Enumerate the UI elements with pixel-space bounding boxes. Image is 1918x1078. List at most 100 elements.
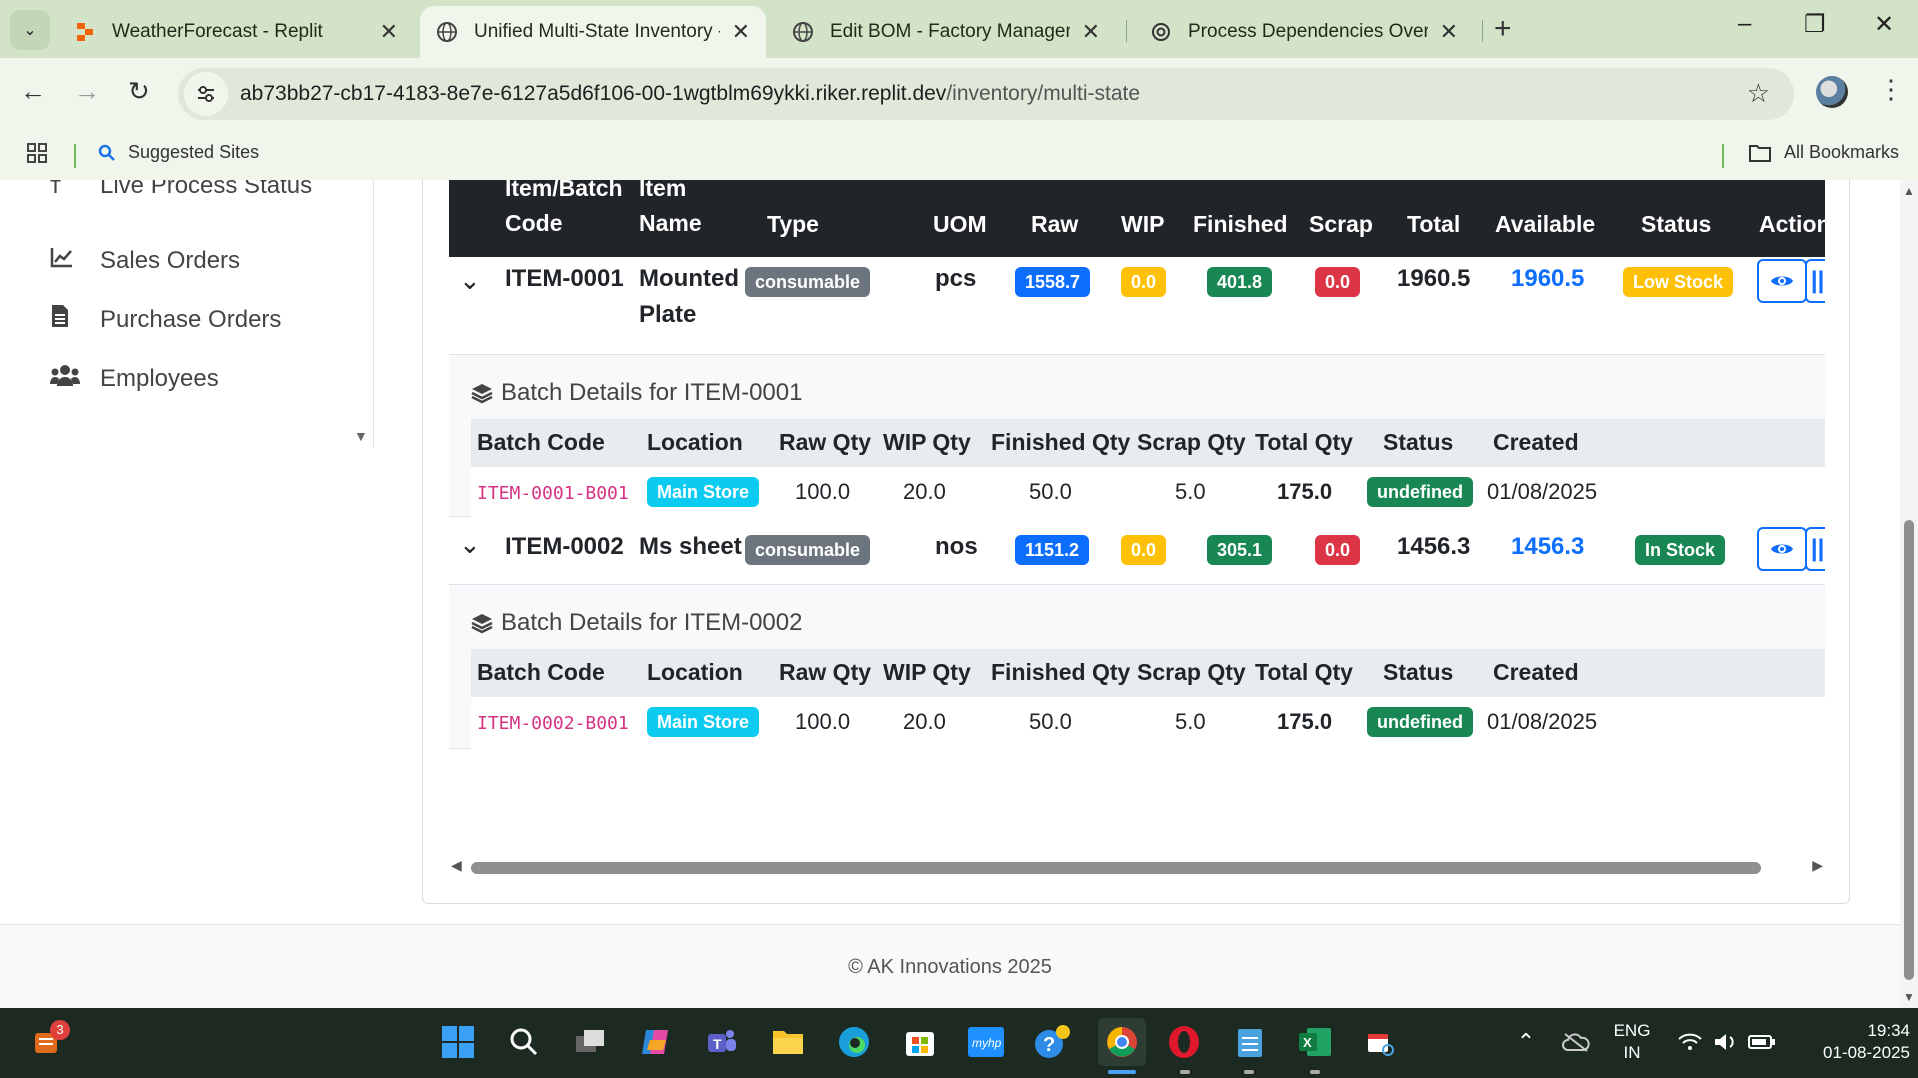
tab-edit-bom[interactable]: Edit BOM - Factory Management ✕ [776, 6, 1116, 58]
batch-details-title: Batch Details for ITEM-0002 [471, 609, 802, 637]
sidebar-item-sales-orders[interactable]: Sales Orders [50, 246, 240, 275]
tab-weatherforecast[interactable]: WeatherForecast - Replit ✕ [58, 6, 414, 58]
view-button[interactable] [1757, 527, 1807, 571]
scroll-right-icon[interactable]: ▶ [1812, 857, 1823, 874]
sidebar-item-live-process-status[interactable]: ᴛ Live Process Status [50, 180, 312, 200]
address-bar[interactable]: ab73bb27-cb17-4183-8e7e-6127a5d6f106-00-… [178, 68, 1794, 120]
batch-code: ITEM-0002-B001 [477, 713, 629, 734]
scroll-down-icon[interactable]: ▼ [1903, 990, 1915, 1004]
restore-button[interactable]: ❐ [1804, 10, 1826, 39]
app-running-indicator [1310, 1070, 1320, 1074]
excel-icon[interactable]: X [1296, 1022, 1336, 1062]
back-button[interactable]: ← [20, 76, 46, 107]
tab-unified-inventory[interactable]: Unified Multi-State Inventory - A ✕ [420, 6, 766, 58]
item-uom: pcs [935, 265, 977, 292]
help-icon[interactable]: ? [1032, 1022, 1072, 1062]
battery-icon[interactable] [1742, 1022, 1782, 1062]
bookmark-suggested-sites[interactable]: Suggested Sites [98, 142, 259, 163]
close-icon[interactable]: ✕ [732, 19, 750, 45]
th-available: Available [1495, 211, 1596, 237]
scrollbar-thumb[interactable] [471, 862, 1761, 874]
start-icon[interactable] [438, 1022, 478, 1062]
tab-process-dependencies[interactable]: Process Dependencies Overview ✕ [1134, 6, 1474, 58]
table-row: ⌄ ITEM-0001 Mounted Plate consumable pcs … [449, 257, 1825, 355]
site-info-icon[interactable] [184, 72, 228, 116]
expand-chevron-icon[interactable]: ⌄ [459, 265, 481, 296]
batch-scrap: 5.0 [1175, 709, 1206, 734]
th-finished: Finished [1193, 211, 1288, 237]
item-uom: nos [935, 533, 978, 560]
page-viewport: ᴛ Live Process Status Sales Orders Purch… [0, 180, 1918, 1008]
apps-grid-icon[interactable] [26, 142, 48, 169]
finished-badge: 401.8 [1207, 267, 1273, 297]
reload-button[interactable]: ↻ [128, 76, 150, 107]
batch-raw: 100.0 [795, 479, 851, 504]
globe-icon [793, 22, 813, 42]
notepad-icon[interactable] [1230, 1022, 1270, 1062]
more-actions-button[interactable]: ||| [1805, 527, 1825, 571]
teams-icon[interactable]: T [702, 1022, 742, 1062]
active-app-indicator [1108, 1070, 1136, 1074]
horizontal-scrollbar[interactable]: ◀ ▶ [449, 857, 1825, 879]
th-raw: Raw [1031, 211, 1079, 237]
inventory-card: Item/Batch Code Item Name Type UOM Raw WIP… [422, 180, 1850, 904]
scroll-up-icon[interactable]: ▲ [1903, 184, 1915, 198]
microsoft-store-icon[interactable] [900, 1022, 940, 1062]
th-code-line2: Code [505, 210, 563, 236]
bookmark-star-icon[interactable]: ☆ [1747, 78, 1770, 109]
item-code: ITEM-0002 [505, 533, 624, 560]
all-bookmarks-button[interactable]: All Bookmarks [1748, 142, 1899, 163]
close-icon[interactable]: ✕ [380, 19, 398, 45]
sidebar-item-label: Purchase Orders [100, 305, 282, 333]
more-actions-button[interactable]: ||| [1805, 259, 1825, 303]
close-icon[interactable]: ✕ [1082, 19, 1100, 45]
myhp-icon[interactable]: myhp [966, 1022, 1006, 1062]
scroll-left-icon[interactable]: ◀ [451, 857, 462, 874]
file-explorer-icon[interactable] [768, 1022, 808, 1062]
globe-icon [437, 22, 457, 42]
th-status: Status [1641, 211, 1712, 237]
vertical-scrollbar[interactable]: ▲ ▼ [1900, 180, 1918, 1008]
item-name: Ms sheet [639, 533, 742, 560]
volume-icon[interactable] [1706, 1022, 1746, 1062]
forward-button[interactable]: → [74, 76, 100, 107]
batch-scrap: 5.0 [1175, 479, 1206, 504]
bth-status: Status [1383, 429, 1454, 455]
new-tab-button[interactable]: + [1494, 12, 1512, 46]
clock-date: 01-08-2025 [1823, 1043, 1910, 1062]
browser-menu-button[interactable]: ⋮ [1878, 74, 1904, 105]
sidebar-item-purchase-orders[interactable]: Purchase Orders [50, 304, 281, 335]
chevron-up-icon[interactable]: ⌃ [1506, 1022, 1546, 1062]
close-window-button[interactable]: ✕ [1874, 10, 1894, 39]
close-icon[interactable]: ✕ [1440, 19, 1458, 45]
expand-chevron-icon[interactable]: ⌄ [459, 529, 481, 560]
view-button[interactable] [1757, 259, 1807, 303]
status-badge: In Stock [1635, 535, 1726, 565]
wifi-icon[interactable] [1670, 1022, 1710, 1062]
snipping-tool-icon[interactable] [1360, 1022, 1400, 1062]
onedrive-icon[interactable] [1556, 1022, 1596, 1062]
copilot-icon[interactable] [636, 1022, 676, 1062]
edge-icon[interactable] [834, 1022, 874, 1062]
th-scrap: Scrap [1309, 211, 1373, 237]
batch-details-panel: Batch Details for ITEM-0002 Batch Code L… [449, 585, 1825, 749]
tab-title: WeatherForecast - Replit [112, 21, 323, 42]
chrome-icon[interactable] [1098, 1018, 1146, 1066]
sidebar-item-label: Employees [100, 364, 219, 392]
minimize-button[interactable]: – [1738, 10, 1751, 38]
search-icon[interactable] [504, 1022, 544, 1062]
sidebar-scroll-down-icon[interactable]: ▼ [354, 428, 368, 444]
opera-icon[interactable] [1164, 1022, 1204, 1062]
scrollbar-thumb[interactable] [1904, 520, 1914, 980]
bth-wip: WIP Qty [883, 659, 971, 685]
profile-avatar[interactable] [1816, 76, 1848, 108]
sidebar: ᴛ Live Process Status Sales Orders Purch… [0, 180, 374, 448]
url-path: /inventory/multi-state [946, 82, 1141, 105]
task-view-icon[interactable] [570, 1022, 610, 1062]
wip-badge: 0.0 [1121, 267, 1167, 297]
wip-badge: 0.0 [1121, 535, 1167, 565]
sidebar-item-employees[interactable]: Employees [50, 364, 219, 393]
tab-search-button[interactable]: ⌄ [10, 10, 50, 50]
language-indicator[interactable]: ENG IN [1604, 1020, 1660, 1064]
clock[interactable]: 19:34 01-08-2025 [1790, 1020, 1910, 1064]
